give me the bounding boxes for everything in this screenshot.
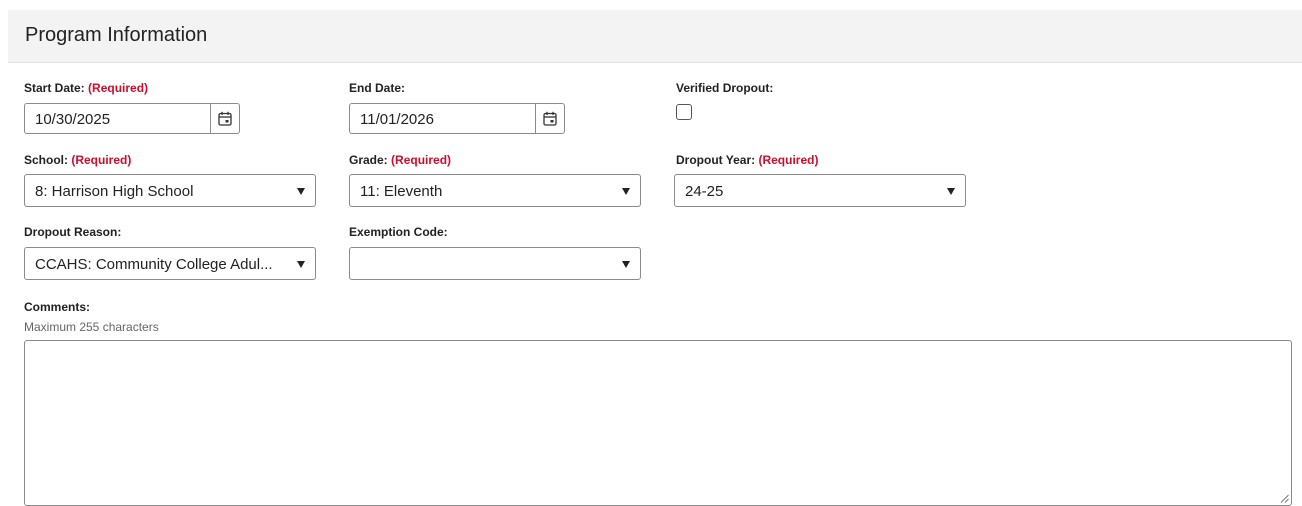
grade-select-value: 11: Eleventh [360,183,443,200]
exemption-code-label: Exemption Code: [349,225,448,239]
program-information-panel: Program Information Start Date: (Require… [8,10,1302,506]
end-date-input[interactable]: 11/01/2026 [349,103,565,134]
verified-dropout-label: Verified Dropout: [676,81,774,95]
dropout-year-select[interactable]: 24-25 [674,174,966,207]
panel-title: Program Information [25,24,208,46]
end-date-value: 11/01/2026 [360,111,434,128]
dropout-year-label: Dropout Year: (Required) [676,153,819,167]
required-indicator: (Required) [758,153,819,167]
grade-label: Grade: (Required) [349,153,452,167]
verified-dropout-checkbox[interactable] [676,104,692,120]
resize-grip-icon[interactable] [1280,494,1289,503]
comments-label: Comments: [24,300,91,314]
exemption-code-select[interactable] [349,247,641,280]
dropout-year-select-value: 24-25 [685,183,724,200]
school-select-value: 8: Harrison High School [35,183,194,200]
grade-select[interactable]: 11: Eleventh [349,174,641,207]
start-date-label: Start Date: (Required) [24,81,149,95]
end-date-calendar-button[interactable] [535,104,564,133]
dropout-reason-select-value: CCAHS: Community College Adul... [35,256,273,273]
calendar-icon [543,111,557,126]
panel-header: Program Information [8,10,1302,63]
comments-hint: Maximum 255 characters [24,320,159,334]
end-date-label: End Date: [349,81,406,95]
required-indicator: (Required) [88,81,149,95]
school-label: School: (Required) [24,153,132,167]
school-select[interactable]: 8: Harrison High School [24,174,316,207]
triangle-down-icon [297,261,305,268]
comments-textarea[interactable] [24,340,1292,506]
start-date-calendar-button[interactable] [210,104,239,133]
triangle-down-icon [947,188,955,195]
triangle-down-icon [622,188,630,195]
required-indicator: (Required) [71,153,132,167]
dropout-reason-select[interactable]: CCAHS: Community College Adul... [24,247,316,280]
start-date-value: 10/30/2025 [35,111,111,128]
start-date-input[interactable]: 10/30/2025 [24,103,240,134]
dropout-reason-label: Dropout Reason: [24,225,122,239]
triangle-down-icon [297,188,305,195]
required-indicator: (Required) [391,153,452,167]
triangle-down-icon [622,261,630,268]
calendar-icon [218,111,232,126]
